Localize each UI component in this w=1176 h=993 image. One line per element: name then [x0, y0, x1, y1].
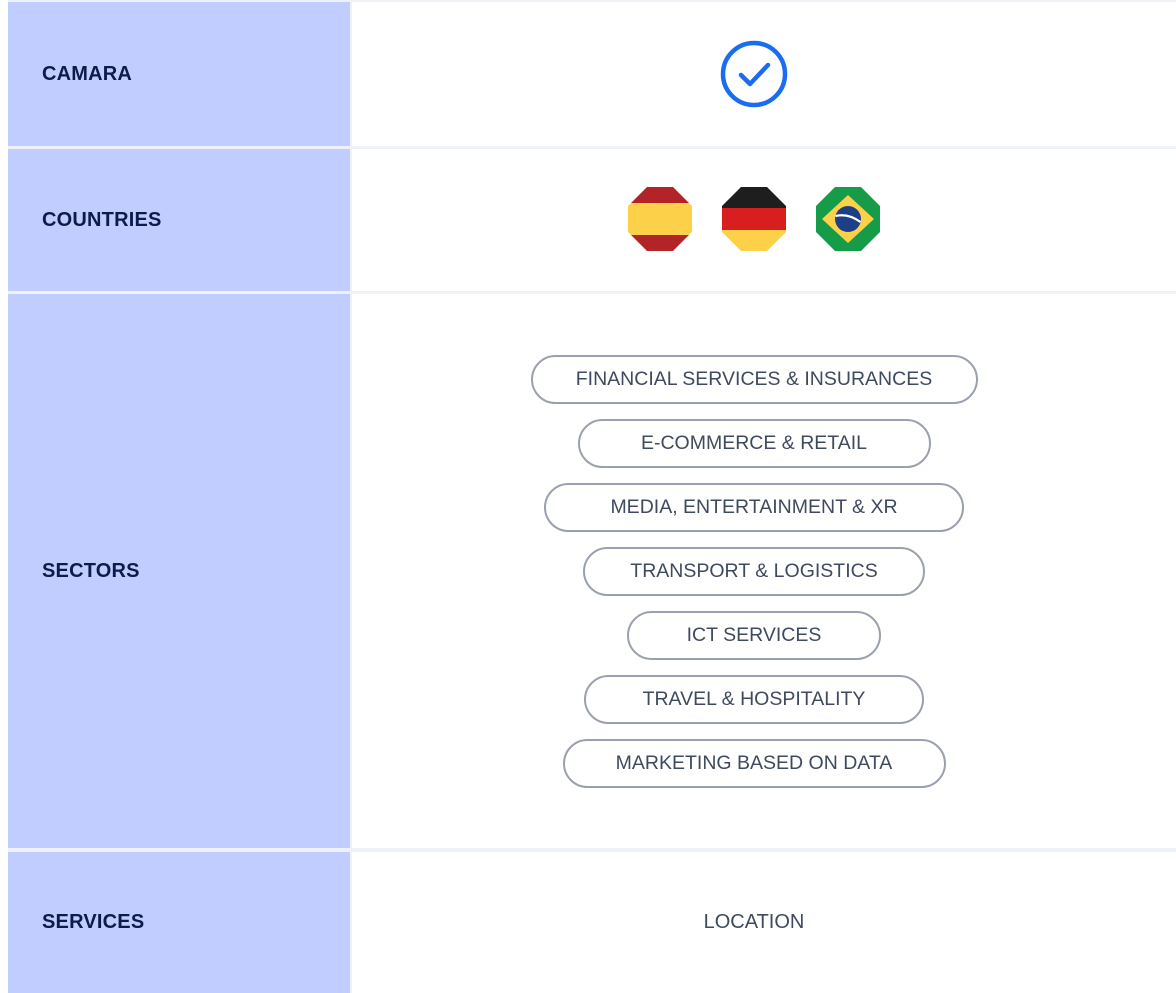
row-label-countries: COUNTRIES — [42, 208, 162, 231]
flag-spain-icon — [627, 186, 693, 252]
label-cell-countries: COUNTRIES — [8, 149, 350, 291]
sector-tag-list: FINANCIAL SERVICES & INSURANCES E-COMMER… — [530, 354, 978, 788]
flag-germany-icon — [721, 186, 787, 252]
check-circle-icon — [719, 39, 789, 109]
sector-tag: MARKETING BASED ON DATA — [562, 738, 946, 788]
sector-tag: ICT SERVICES — [627, 610, 881, 660]
label-cell-camara: CAMARA — [8, 2, 350, 146]
row-label-sectors: SECTORS — [42, 559, 140, 582]
service-value: LOCATION — [703, 911, 805, 933]
row-label-services: SERVICES — [42, 911, 145, 933]
sector-tag: FINANCIAL SERVICES & INSURANCES — [530, 354, 978, 404]
flag-brazil-icon — [815, 186, 881, 252]
value-cell-countries — [352, 149, 1176, 291]
value-cell-services: LOCATION — [352, 852, 1176, 993]
label-cell-services: SERVICES — [8, 852, 350, 993]
label-cell-sectors: SECTORS — [8, 294, 350, 848]
value-cell-camara — [352, 2, 1176, 146]
value-cell-sectors: FINANCIAL SERVICES & INSURANCES E-COMMER… — [352, 294, 1176, 848]
sector-tag: E-COMMERCE & RETAIL — [577, 418, 931, 468]
sector-tag: MEDIA, ENTERTAINMENT & XR — [544, 482, 964, 532]
row-services: SERVICES LOCATION — [8, 852, 1176, 993]
row-countries: COUNTRIES — [8, 149, 1176, 291]
country-flags — [627, 186, 881, 252]
sector-tag: TRAVEL & HOSPITALITY — [584, 674, 924, 724]
row-camara: CAMARA — [8, 2, 1176, 146]
sector-tag: TRANSPORT & LOGISTICS — [583, 546, 925, 596]
row-sectors: SECTORS FINANCIAL SERVICES & INSURANCES … — [8, 294, 1176, 848]
row-label-camara: CAMARA — [42, 62, 133, 85]
product-detail-table: CAMARA COUNTRIES SECTORS FINANCIAL SERVI… — [8, 0, 1176, 993]
